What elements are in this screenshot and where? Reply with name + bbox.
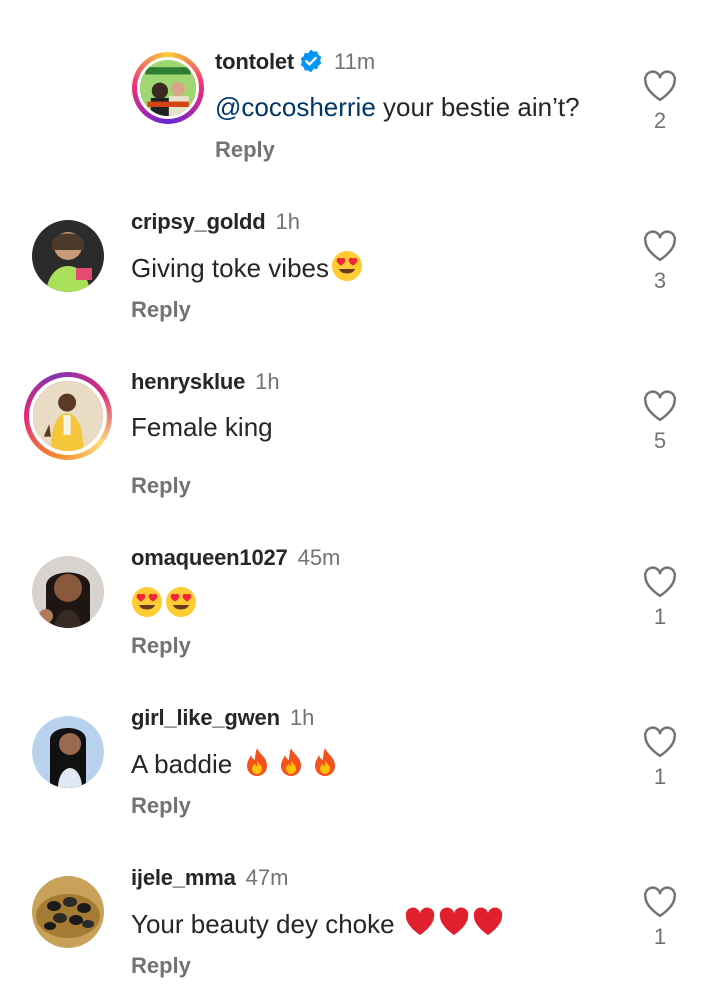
comment-header: omaqueen1027 45m bbox=[131, 544, 340, 572]
comment-body: A baddie bbox=[131, 749, 240, 779]
comment-header: tontolet 11m bbox=[215, 48, 375, 76]
comment-item: cripsy_goldd 1h Giving toke vibes Reply 3 bbox=[0, 200, 720, 350]
comment-text bbox=[131, 586, 197, 621]
like-control: 1 bbox=[640, 886, 680, 950]
comment-item: girl_like_gwen 1h A baddie Reply 1 bbox=[0, 696, 720, 846]
comment-header: ijele_mma 47m bbox=[131, 864, 288, 892]
like-control: 1 bbox=[640, 726, 680, 790]
reply-button[interactable]: Reply bbox=[131, 632, 191, 660]
comment-body: Female king bbox=[131, 412, 273, 442]
like-control: 1 bbox=[640, 566, 680, 630]
reply-button[interactable]: Reply bbox=[131, 472, 191, 500]
avatar[interactable] bbox=[32, 220, 104, 292]
username-link[interactable]: tontolet bbox=[215, 49, 294, 74]
heart-icon[interactable] bbox=[642, 390, 678, 422]
username-link[interactable]: henrysklue bbox=[131, 369, 245, 394]
avatar[interactable] bbox=[32, 556, 104, 628]
heart-icon[interactable] bbox=[642, 230, 678, 262]
comment-time: 47m bbox=[245, 865, 289, 890]
comment-text: @cocosherrie your bestie ain’t? bbox=[215, 90, 580, 124]
heart-eyes-emoji bbox=[166, 587, 196, 617]
poster-avatar-image bbox=[137, 57, 199, 119]
fire-emoji bbox=[247, 748, 268, 776]
reply-button[interactable]: Reply bbox=[215, 136, 275, 164]
like-control: 5 bbox=[640, 390, 680, 454]
comment-header: henrysklue 1h bbox=[131, 368, 280, 396]
comment-time: 11m bbox=[334, 49, 376, 74]
heart-icon[interactable] bbox=[642, 70, 678, 102]
comment-time: 1h bbox=[289, 705, 315, 730]
comment-item: tontolet 11m @cocosherrie your bestie ain… bbox=[0, 40, 720, 190]
avatar[interactable] bbox=[32, 716, 104, 788]
red-heart-emoji bbox=[405, 907, 435, 935]
woman-avatar-image bbox=[32, 556, 104, 628]
avatar[interactable] bbox=[24, 372, 112, 460]
like-control: 2 bbox=[640, 70, 680, 134]
comment-body: Your beauty dey choke bbox=[131, 909, 402, 939]
heart-icon[interactable] bbox=[642, 726, 678, 758]
heart-icon[interactable] bbox=[642, 566, 678, 598]
username-link[interactable]: cripsy_goldd bbox=[131, 209, 266, 234]
comment-time: 1h bbox=[275, 209, 301, 234]
comment-time: 45m bbox=[297, 545, 341, 570]
comment-text: A baddie bbox=[131, 746, 341, 781]
heart-icon[interactable] bbox=[642, 886, 678, 918]
fire-emoji bbox=[281, 748, 302, 776]
woman-avatar-image bbox=[32, 220, 104, 292]
username-link[interactable]: omaqueen1027 bbox=[131, 545, 288, 570]
comment-text: Your beauty dey choke bbox=[131, 906, 504, 941]
like-count: 1 bbox=[653, 764, 667, 789]
heart-eyes-emoji bbox=[331, 251, 362, 281]
woman-avatar-image bbox=[32, 716, 104, 788]
fire-emoji bbox=[315, 748, 336, 776]
mention-link[interactable]: @cocosherrie bbox=[215, 92, 376, 122]
comment-item: ijele_mma 47m Your beauty dey choke Reply… bbox=[0, 856, 720, 1006]
red-heart-emoji bbox=[439, 907, 469, 935]
man-yellow-suit-avatar-image bbox=[29, 377, 107, 455]
comment-time: 1h bbox=[255, 369, 280, 394]
comment-item: henrysklue 1h Female king Reply 5 bbox=[0, 360, 720, 510]
username-link[interactable]: ijele_mma bbox=[131, 865, 236, 890]
reply-button[interactable]: Reply bbox=[131, 952, 191, 980]
like-count: 1 bbox=[653, 924, 667, 949]
comment-body: Giving toke vibes bbox=[131, 253, 329, 283]
username-link[interactable]: girl_like_gwen bbox=[131, 705, 280, 730]
verified-badge-icon bbox=[298, 48, 324, 74]
like-control: 3 bbox=[640, 230, 680, 294]
reply-button[interactable]: Reply bbox=[131, 792, 191, 820]
reply-button[interactable]: Reply bbox=[131, 296, 191, 324]
like-count: 3 bbox=[653, 268, 667, 293]
heart-eyes-emoji bbox=[132, 587, 162, 617]
comment-header: girl_like_gwen 1h bbox=[131, 704, 314, 732]
comment-text: Female king bbox=[131, 410, 273, 444]
comment-item: omaqueen1027 45m Reply 1 bbox=[0, 536, 720, 686]
avatar[interactable] bbox=[32, 876, 104, 948]
red-heart-emoji bbox=[473, 907, 503, 935]
like-count: 5 bbox=[653, 428, 667, 453]
comment-header: cripsy_goldd 1h bbox=[131, 208, 300, 236]
comment-body: your bestie ain’t? bbox=[375, 92, 580, 122]
comment-text: Giving toke vibes bbox=[131, 250, 363, 285]
olives-avatar-image bbox=[32, 876, 104, 948]
like-count: 1 bbox=[653, 604, 667, 629]
like-count: 2 bbox=[653, 108, 667, 133]
avatar[interactable] bbox=[132, 52, 204, 124]
